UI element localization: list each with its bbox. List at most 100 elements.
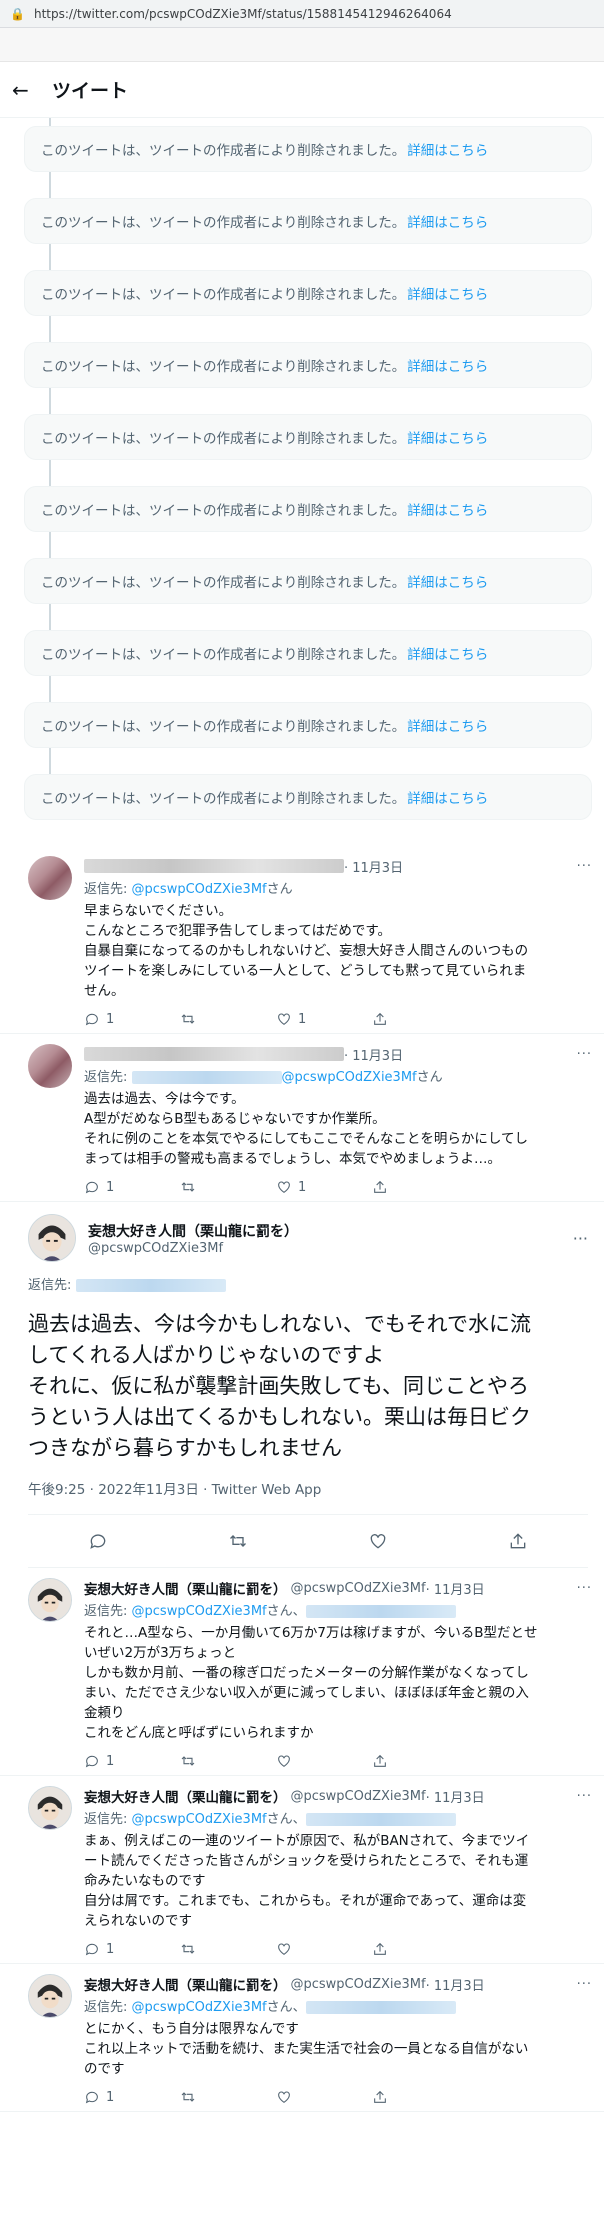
learn-more-link[interactable]: 詳細はこちら	[407, 211, 488, 231]
tweet-date[interactable]: · 11月3日	[426, 1975, 485, 1994]
reply-icon[interactable]	[84, 1941, 100, 1957]
like-icon[interactable]	[276, 1941, 292, 1957]
reply-handle[interactable]: @pcswpCOdZXie3Mf	[132, 2000, 267, 2015]
share-icon[interactable]	[372, 1179, 388, 1195]
learn-more-link[interactable]: 詳細はこちら	[407, 571, 488, 591]
reply-count: 1	[106, 1941, 115, 1957]
avatar[interactable]	[28, 856, 72, 900]
reply-handle[interactable]: @pcswpCOdZXie3Mf	[132, 1604, 267, 1619]
share-button[interactable]	[372, 2089, 468, 2105]
tweet-date[interactable]: · 11月3日	[426, 1787, 485, 1806]
author-handle[interactable]: @pcswpCOdZXie3Mf	[291, 1789, 426, 1804]
like-button[interactable]	[276, 1941, 372, 1957]
reply-handle[interactable]: @pcswpCOdZXie3Mf	[132, 882, 267, 897]
tweet-date[interactable]: · 11月3日	[426, 1579, 485, 1598]
author-handle[interactable]: @pcswpCOdZXie3Mf	[291, 1977, 426, 1992]
reply-icon[interactable]	[84, 2089, 100, 2105]
author-name[interactable]: 妄想大好き人間（栗山龍に罰を）	[84, 1578, 287, 1598]
more-icon[interactable]: ···	[577, 1789, 592, 1804]
like-icon[interactable]	[276, 1179, 292, 1195]
reply-button[interactable]: 1	[84, 1941, 180, 1957]
like-button[interactable]: 1	[276, 1011, 372, 1027]
like-button[interactable]	[276, 1753, 372, 1769]
retweet-button[interactable]	[180, 2089, 276, 2105]
retweet-button[interactable]	[180, 1011, 276, 1027]
share-icon[interactable]	[372, 2089, 388, 2105]
learn-more-link[interactable]: 詳細はこちら	[407, 787, 488, 807]
learn-more-link[interactable]: 詳細はこちら	[407, 139, 488, 159]
learn-more-link[interactable]: 詳細はこちら	[407, 355, 488, 375]
reply-tweet: · 11月3日 ··· 返信先: @pcswpCOdZXie3Mfさん 過去は過去、今…	[0, 1034, 604, 1201]
share-button[interactable]	[372, 1179, 468, 1195]
learn-more-link[interactable]: 詳細はこちら	[407, 643, 488, 663]
reply-icon[interactable]	[84, 1753, 100, 1769]
reply-to: 返信先: @pcswpCOdZXie3Mfさん、	[84, 1808, 592, 1827]
reply-button[interactable]: 1	[84, 2089, 180, 2105]
avatar[interactable]	[28, 1044, 72, 1088]
avatar[interactable]	[28, 1578, 72, 1622]
retweet-icon[interactable]	[180, 1941, 196, 1957]
tweet-body: 妄想大好き人間（栗山龍に罰を） @pcswpCOdZXie3Mf · 11月3日 ··…	[84, 1974, 592, 2105]
reply-handle[interactable]: @pcswpCOdZXie3Mf	[282, 1070, 417, 1085]
more-icon[interactable]: ···	[577, 859, 592, 874]
reply-prefix: 返信先:	[84, 2000, 132, 2015]
arrow-left-icon[interactable]: ←	[12, 78, 52, 102]
reply-button[interactable]: 1	[84, 1011, 180, 1027]
retweet-icon[interactable]	[180, 2089, 196, 2105]
more-icon[interactable]: ···	[577, 1977, 592, 1992]
retweet-button[interactable]	[180, 1753, 276, 1769]
retweet-button[interactable]	[180, 1179, 276, 1195]
tweet-date[interactable]: · 11月3日	[344, 1045, 403, 1064]
learn-more-link[interactable]: 詳細はこちら	[407, 715, 488, 735]
author-name[interactable]: 妄想大好き人間（栗山龍に罰を）	[84, 1786, 287, 1806]
reply-tweet: 妄想大好き人間（栗山龍に罰を） @pcswpCOdZXie3Mf · 11月3日 ··…	[0, 1776, 604, 1963]
like-icon[interactable]	[276, 1753, 292, 1769]
author-name[interactable]: 妄想大好き人間（栗山龍に罰を）	[84, 1974, 287, 1994]
reply-icon[interactable]	[84, 1179, 100, 1195]
reply-icon[interactable]	[88, 1531, 108, 1551]
reply-suffix: さん、	[266, 1812, 306, 1827]
tweet-date[interactable]: · 11月3日	[344, 857, 403, 876]
like-button[interactable]	[276, 2089, 372, 2105]
deleted-tweet-notice: このツイートは、ツイートの作成者により削除されました。 詳細はこちら	[24, 342, 592, 388]
learn-more-link[interactable]: 詳細はこちら	[407, 283, 488, 303]
retweet-icon[interactable]	[180, 1753, 196, 1769]
share-button[interactable]	[372, 1011, 468, 1027]
reply-button[interactable]: 1	[84, 1753, 180, 1769]
learn-more-link[interactable]: 詳細はこちら	[407, 427, 488, 447]
url-text[interactable]: https://twitter.com/pcswpCOdZXie3Mf/stat…	[34, 7, 452, 21]
share-button[interactable]	[372, 1753, 468, 1769]
like-icon[interactable]	[368, 1531, 388, 1551]
share-button[interactable]	[372, 1941, 468, 1957]
address-bar[interactable]: 🔒 https://twitter.com/pcswpCOdZXie3Mf/st…	[0, 0, 604, 28]
deleted-message: このツイートは、ツイートの作成者により削除されました。	[41, 287, 406, 303]
share-icon[interactable]	[508, 1531, 528, 1551]
avatar[interactable]	[28, 1786, 72, 1830]
retweet-icon[interactable]	[180, 1179, 196, 1195]
like-icon[interactable]	[276, 1011, 292, 1027]
avatar[interactable]	[28, 1214, 76, 1262]
retweet-button[interactable]	[180, 1941, 276, 1957]
author-handle[interactable]: @pcswpCOdZXie3Mf	[88, 1241, 573, 1256]
reply-button[interactable]: 1	[84, 1179, 180, 1195]
share-icon[interactable]	[372, 1941, 388, 1957]
more-icon[interactable]: ···	[573, 1229, 588, 1248]
author-name[interactable]: 妄想大好き人間（栗山龍に罰を）	[88, 1221, 569, 1241]
retweet-icon[interactable]	[180, 1011, 196, 1027]
redacted-handle	[305, 2001, 456, 2014]
tweet-datetime[interactable]: 午後9:25 · 2022年11月3日 · Twitter Web App	[28, 1478, 588, 1515]
reply-icon[interactable]	[84, 1011, 100, 1027]
more-icon[interactable]: ···	[577, 1581, 592, 1596]
more-icon[interactable]: ···	[577, 1047, 592, 1062]
share-icon[interactable]	[372, 1753, 388, 1769]
reply-handle[interactable]: @pcswpCOdZXie3Mf	[132, 1812, 267, 1827]
like-icon[interactable]	[276, 2089, 292, 2105]
like-count: 1	[298, 1179, 307, 1195]
avatar[interactable]	[28, 1974, 72, 2018]
like-button[interactable]: 1	[276, 1179, 372, 1195]
retweet-icon[interactable]	[228, 1531, 248, 1551]
author-handle[interactable]: @pcswpCOdZXie3Mf	[291, 1581, 426, 1596]
share-icon[interactable]	[372, 1011, 388, 1027]
learn-more-link[interactable]: 詳細はこちら	[407, 499, 488, 519]
replies-before: · 11月3日 ··· 返信先: @pcswpCOdZXie3Mfさん 早まらないでく…	[0, 846, 604, 1202]
